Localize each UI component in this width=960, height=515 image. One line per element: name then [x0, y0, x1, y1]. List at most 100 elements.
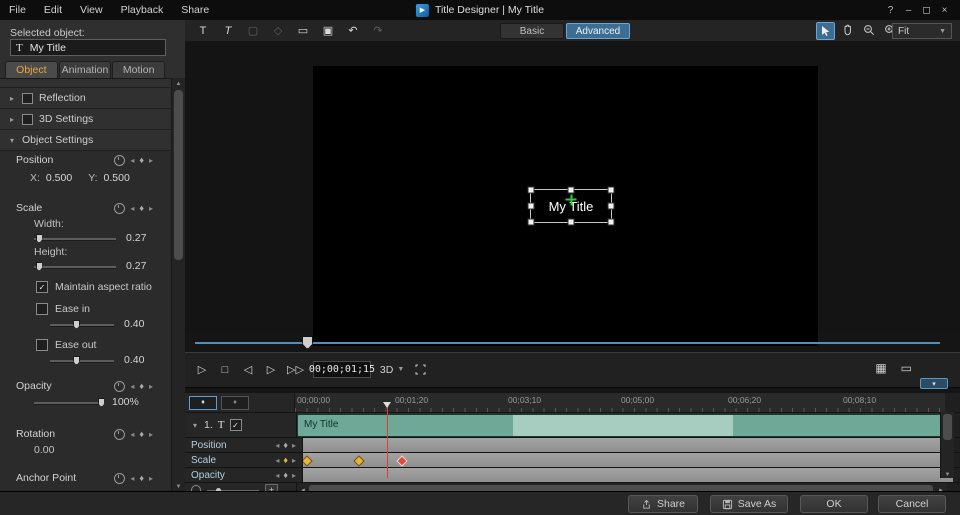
track-expand-icon[interactable]: ▾ — [191, 421, 199, 430]
position-row-prev-keyframe-button[interactable]: ◂ — [275, 441, 279, 450]
timeline-vscroll-thumb[interactable] — [943, 414, 952, 440]
scale-row-add-keyframe-button[interactable]: ♦ — [283, 455, 288, 465]
preview-canvas[interactable]: My Title — [313, 66, 818, 346]
fullscreen-button[interactable] — [413, 362, 427, 378]
help-button[interactable]: ? — [883, 5, 898, 16]
panel-scrollbar-thumb[interactable] — [174, 90, 183, 260]
scale-next-keyframe-button[interactable]: ▸ — [149, 204, 153, 213]
maximize-button[interactable]: ◻ — [919, 5, 934, 16]
position-prev-keyframe-button[interactable]: ◂ — [130, 156, 134, 165]
position-row-add-keyframe-button[interactable]: ♦ — [283, 440, 288, 450]
panel-scrollbar[interactable]: ▲ ▼ — [171, 78, 185, 492]
anchor-prev-keyframe-button[interactable]: ◂ — [130, 474, 134, 483]
track-visibility-checkbox[interactable]: ✓ — [229, 419, 242, 431]
section-3d-settings[interactable]: ▸ 3D Settings — [0, 109, 171, 130]
preview-seek-bar[interactable] — [185, 332, 960, 352]
seek-thumb[interactable] — [302, 336, 313, 349]
resize-handle[interactable] — [567, 218, 575, 226]
title-object[interactable]: My Title — [527, 186, 615, 226]
timeline-ruler[interactable]: 00;00;00 00;01;20 00;03;10 00;05;00 00;0… — [295, 393, 945, 413]
dual-preview-button[interactable]: ▦ — [875, 361, 886, 375]
menu-playback[interactable]: Playback — [112, 4, 173, 16]
anchor-next-keyframe-button[interactable]: ▸ — [149, 474, 153, 483]
position-keyframe-clock-icon[interactable] — [114, 154, 126, 166]
timeline-vertical-scrollbar[interactable]: ▼ — [940, 412, 954, 478]
undo-button[interactable]: ↶ — [345, 23, 361, 38]
resize-handle[interactable] — [527, 186, 535, 194]
share-button[interactable]: Share — [628, 495, 698, 513]
menu-file[interactable]: File — [0, 4, 35, 16]
rotation-add-keyframe-button[interactable]: ♦ — [139, 429, 144, 439]
close-button[interactable]: × — [937, 5, 952, 16]
opacity-row-add-keyframe-button[interactable]: ♦ — [283, 470, 288, 480]
menu-view[interactable]: View — [71, 4, 112, 16]
3d-mode-dropdown[interactable]: 3D ▼ — [380, 364, 404, 376]
advanced-mode-button[interactable]: Advanced — [566, 23, 630, 39]
keyframe-diamond-selected[interactable] — [396, 455, 408, 467]
resize-handle[interactable] — [607, 218, 615, 226]
fast-forward-button[interactable]: ▷▷ — [287, 362, 304, 378]
opacity-prev-keyframe-button[interactable]: ◂ — [130, 382, 134, 391]
rotation-next-keyframe-button[interactable]: ▸ — [149, 430, 153, 439]
playhead-marker[interactable] — [383, 402, 391, 408]
ok-button[interactable]: OK — [800, 495, 868, 513]
insert-shape-button[interactable]: ▢ — [245, 23, 261, 38]
ease-out-slider[interactable] — [50, 355, 114, 365]
opacity-slider-thumb[interactable] — [97, 398, 105, 407]
ease-out-checkbox[interactable] — [36, 339, 48, 351]
display-mode-button[interactable]: ▭ — [901, 361, 912, 375]
rotation-prev-keyframe-button[interactable]: ◂ — [130, 430, 134, 439]
height-slider[interactable] — [34, 261, 116, 271]
section-reflection[interactable]: ▸ Reflection — [0, 88, 171, 109]
opacity-add-keyframe-button[interactable]: ♦ — [139, 381, 144, 391]
opacity-keyframe-clock-icon[interactable] — [114, 380, 126, 392]
anchor-point-icon[interactable] — [565, 194, 577, 206]
width-slider-thumb[interactable] — [35, 234, 43, 243]
tab-animation[interactable]: Animation — [58, 61, 112, 78]
scale-prev-keyframe-button[interactable]: ◂ — [130, 204, 134, 213]
keyframe-diamond[interactable] — [303, 455, 313, 467]
position-add-keyframe-button[interactable]: ♦ — [139, 155, 144, 165]
scale-row-next-keyframe-button[interactable]: ▸ — [292, 456, 296, 465]
position-row-next-keyframe-button[interactable]: ▸ — [292, 441, 296, 450]
stop-button[interactable]: □ — [218, 362, 232, 378]
keyframe-diamond[interactable] — [353, 455, 365, 467]
tab-object[interactable]: Object — [5, 61, 58, 78]
collapse-panel-button[interactable]: ▾ — [920, 378, 948, 389]
menu-share[interactable]: Share — [172, 4, 218, 16]
position-y-value[interactable]: 0.500 — [104, 172, 130, 184]
ease-in-slider[interactable] — [50, 319, 114, 329]
position-x-value[interactable]: 0.500 — [46, 172, 72, 184]
play-button[interactable]: ▷ — [195, 362, 209, 378]
width-slider[interactable] — [34, 233, 116, 243]
rotation-keyframe-clock-icon[interactable] — [114, 428, 126, 440]
resize-handle[interactable] — [607, 202, 615, 210]
reflection-checkbox[interactable] — [22, 92, 33, 104]
object-name-field[interactable]: T My Title — [10, 39, 166, 56]
cancel-button[interactable]: Cancel — [878, 495, 946, 513]
ease-in-slider-thumb[interactable] — [73, 320, 81, 329]
scale-add-keyframe-button[interactable]: ♦ — [139, 203, 144, 213]
section-object-settings[interactable]: ▾ Object Settings — [0, 130, 171, 151]
zoom-out-button[interactable] — [860, 22, 877, 38]
height-slider-thumb[interactable] — [35, 262, 43, 271]
insert-particle-button[interactable]: ◇ — [270, 23, 286, 38]
fit-dropdown[interactable]: Fit ▼ — [892, 23, 952, 39]
timecode-display[interactable]: 00;00;01;15 — [309, 361, 375, 378]
opacity-row-prev-keyframe-button[interactable]: ◂ — [275, 471, 279, 480]
position-next-keyframe-button[interactable]: ▸ — [149, 156, 153, 165]
clip-segment-middle[interactable] — [513, 415, 733, 436]
insert-image-button[interactable]: ▣ — [320, 23, 336, 38]
save-as-button[interactable]: Save As — [710, 495, 788, 513]
scroll-down-icon[interactable]: ▼ — [941, 472, 954, 478]
resize-handle[interactable] — [607, 186, 615, 194]
resize-handle[interactable] — [527, 202, 535, 210]
clip-segment-out[interactable] — [733, 415, 947, 436]
ease-in-checkbox[interactable] — [36, 303, 48, 315]
playhead[interactable] — [383, 402, 391, 478]
opacity-slider[interactable] — [34, 397, 105, 407]
anchor-keyframe-clock-icon[interactable] — [114, 472, 126, 484]
ease-out-slider-thumb[interactable] — [73, 356, 81, 365]
select-tool-button[interactable] — [816, 22, 835, 40]
keyframe-view-tab-1[interactable]: ♦ — [189, 395, 217, 410]
